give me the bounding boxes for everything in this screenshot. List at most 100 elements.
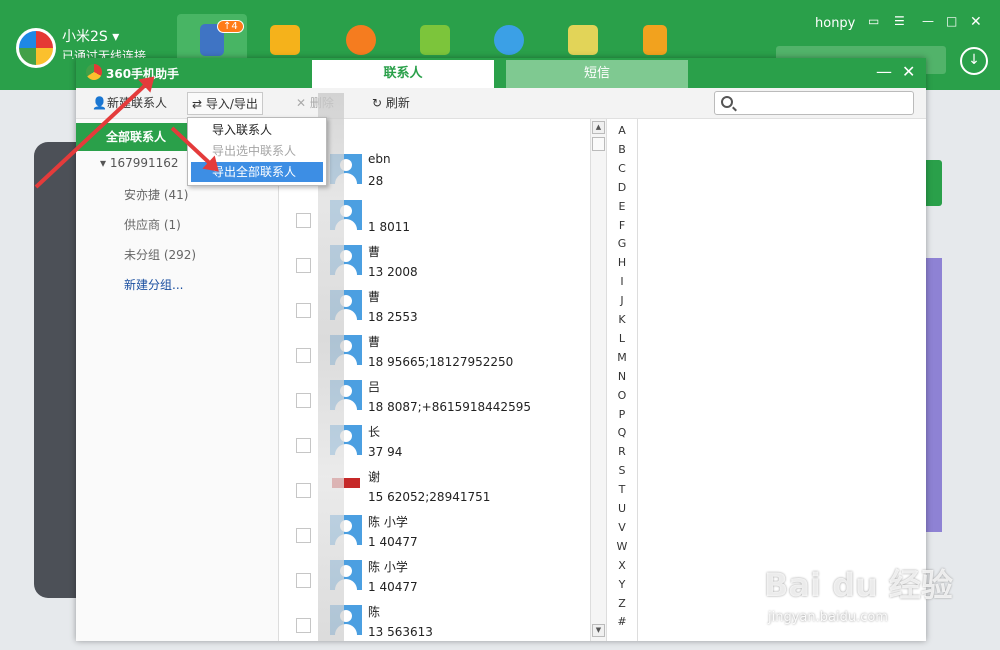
alphabet-letter[interactable]: E — [607, 200, 637, 213]
import-export-menu: 导入联系人 导出选中联系人 导出全部联系人 — [187, 117, 327, 186]
add-user-icon: 👤 — [92, 96, 107, 110]
alphabet-letter[interactable]: I — [607, 275, 637, 288]
device-logo-icon — [16, 28, 56, 68]
contact-checkbox[interactable] — [296, 393, 311, 408]
contact-phone: 15 62052;28941751 — [368, 490, 491, 504]
contact-phone: 1 8011 — [368, 220, 410, 234]
contact-name: 曹 — [368, 290, 381, 304]
alphabet-letter[interactable]: U — [607, 502, 637, 515]
group-sidebar: 全部联系人 ▾ 167991162 安亦捷 (41) 供应商 (1) 未分组 (… — [76, 119, 279, 641]
contact-search-input[interactable] — [714, 91, 914, 115]
alphabet-letter[interactable]: B — [607, 143, 637, 156]
sidebar-item-group[interactable]: 未分组 (292) — [124, 246, 196, 263]
contact-checkbox[interactable] — [296, 348, 311, 363]
android-icon — [420, 25, 450, 55]
alphabet-letter[interactable]: M — [607, 351, 637, 364]
contact-checkbox[interactable] — [296, 618, 311, 633]
alphabet-letter[interactable]: K — [607, 313, 637, 326]
device-name[interactable]: 小米2S ▾ — [62, 26, 119, 46]
play-icon — [494, 25, 524, 55]
menu-item-import-contacts[interactable]: 导入联系人 — [191, 120, 323, 140]
contact-phone: 1 40477 — [368, 580, 418, 594]
contact-phone: 18 2553 — [368, 310, 418, 324]
sidebar-item-account[interactable]: ▾ 167991162 — [100, 156, 179, 170]
contact-phone: 18 8087;+8615918442595 — [368, 400, 531, 414]
alphabet-letter[interactable]: T — [607, 483, 637, 496]
alphabet-letter[interactable]: X — [607, 559, 637, 572]
contact-name: 长 — [368, 425, 381, 439]
window-titlebar: 360手机助手 联系人 短信 — ✕ — [76, 58, 926, 88]
tab-contacts[interactable]: 联系人 — [312, 60, 494, 88]
app-store-icon — [270, 25, 300, 55]
alphabet-letter[interactable]: Z — [607, 597, 637, 610]
alphabet-letter[interactable]: R — [607, 445, 637, 458]
contact-checkbox[interactable] — [296, 258, 311, 273]
new-group-link[interactable]: 新建分组... — [124, 276, 183, 293]
alphabet-letter[interactable]: C — [607, 162, 637, 175]
alphabet-letter[interactable]: O — [607, 389, 637, 402]
contact-checkbox[interactable] — [296, 573, 311, 588]
window-close-icon[interactable]: ✕ — [902, 62, 915, 81]
contact-phone: 28 — [368, 174, 384, 188]
import-export-button[interactable]: ⇄ 导入/导出 — [187, 92, 263, 115]
alphabet-letter[interactable]: W — [607, 540, 637, 553]
alphabet-letter[interactable]: N — [607, 370, 637, 383]
message-icon[interactable]: ▭ — [868, 14, 879, 28]
alphabet-letter[interactable]: G — [607, 237, 637, 250]
close-icon[interactable]: ✕ — [970, 14, 982, 30]
contact-name: 曹 — [368, 245, 381, 259]
alphabet-letter[interactable]: A — [607, 124, 637, 137]
alphabet-letter[interactable]: P — [607, 408, 637, 421]
alphabet-letter[interactable]: F — [607, 219, 637, 232]
maximize-icon[interactable]: □ — [946, 14, 957, 28]
refresh-button[interactable]: ↻ 刷新 — [368, 92, 414, 115]
alphabet-letter[interactable]: V — [607, 521, 637, 534]
alphabet-letter[interactable]: Y — [607, 578, 637, 591]
contact-name: 谢 — [368, 470, 381, 484]
contact-phone: 13 563613 — [368, 625, 433, 639]
download-icon[interactable]: ↓ — [960, 47, 988, 75]
contact-phone: 18 95665;18127952250 — [368, 355, 514, 369]
alphabet-letter[interactable]: Q — [607, 426, 637, 439]
minimize-icon[interactable]: — — [922, 14, 934, 28]
alphabet-letter[interactable]: J — [607, 294, 637, 307]
watermark-url: jingyan.baidu.com — [768, 610, 888, 625]
contact-checkbox[interactable] — [296, 483, 311, 498]
contact-name: 曹 — [368, 335, 381, 349]
delete-icon: ✕ — [296, 96, 310, 110]
list-scrollbar[interactable]: ▲ ▼ — [590, 119, 606, 641]
sidebar-item-group[interactable]: 安亦捷 (41) — [124, 186, 188, 203]
watermark-logo: Bai du 经验 — [764, 566, 953, 604]
tab-sms[interactable]: 短信 — [506, 60, 688, 88]
app-logo-icon — [86, 64, 102, 80]
alphabet-letter[interactable]: D — [607, 181, 637, 194]
alphabet-letter[interactable]: H — [607, 256, 637, 269]
alphabet-letter[interactable]: L — [607, 332, 637, 345]
wallpaper-icon — [568, 25, 598, 55]
window-minimize-icon[interactable]: — — [876, 62, 892, 81]
contact-checkbox[interactable] — [296, 438, 311, 453]
scroll-up-icon[interactable]: ▲ — [592, 121, 605, 134]
contact-phone: 37 94 — [368, 445, 403, 459]
alphabet-letter[interactable]: # — [607, 615, 637, 628]
user-name[interactable]: honpy — [815, 16, 855, 31]
search-icon — [721, 96, 733, 108]
alphabet-index: A B C D E F G H I J K L M N O P Q R S T U V W X Y Z # — [606, 119, 638, 641]
contact-checkbox[interactable] — [296, 528, 311, 543]
contact-name: ebn — [368, 152, 391, 166]
contact-checkbox[interactable] — [296, 213, 311, 228]
contact-phone: 1 40477 — [368, 535, 418, 549]
alphabet-letter[interactable]: S — [607, 464, 637, 477]
scroll-down-icon[interactable]: ▼ — [592, 624, 605, 637]
contact-checkbox[interactable] — [296, 303, 311, 318]
sidebar-item-group[interactable]: 供应商 (1) — [124, 216, 181, 233]
scroll-thumb[interactable] — [592, 137, 605, 151]
contact-name: 吕 — [368, 380, 381, 394]
refresh-icon: ↻ — [372, 96, 386, 110]
toolbar: 👤新建联系人 ⇄ 导入/导出 ✕ 删除 ↻ 刷新 — [76, 88, 926, 119]
import-export-icon: ⇄ — [192, 97, 206, 111]
contact-name: 陈 — [368, 605, 381, 619]
contact-name: 陈 小学 — [368, 560, 408, 574]
book-icon — [643, 25, 667, 55]
menu-icon[interactable]: ☰ — [894, 14, 905, 28]
